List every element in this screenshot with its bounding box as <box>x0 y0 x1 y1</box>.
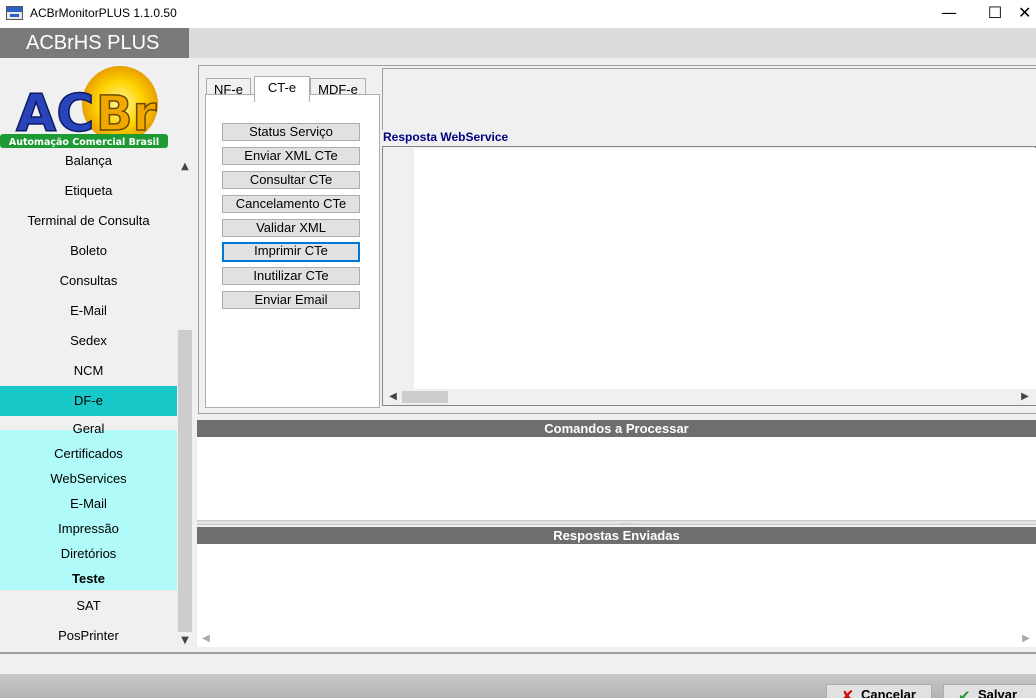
section-splitter[interactable]: ...... <box>197 520 1036 526</box>
main-panel: NF-e CT-e MDF-e Status Serviço Enviar XM… <box>193 58 1036 652</box>
inutilizar-cte-button[interactable]: Inutilizar CTe <box>222 267 360 285</box>
responses-header: Respostas Enviadas <box>197 527 1036 544</box>
sidebar-item-ncm[interactable]: NCM <box>0 361 177 381</box>
cancel-button[interactable]: ✘ Cancelar <box>826 684 932 698</box>
cancelamento-cte-button[interactable]: Cancelamento CTe <box>222 195 360 213</box>
webservice-top-panel <box>382 68 1036 130</box>
enviar-xml-cte-button[interactable]: Enviar XML CTe <box>222 147 360 165</box>
cross-icon: ✘ <box>841 687 854 698</box>
scroll-up-icon[interactable]: ▲ <box>179 160 191 174</box>
status-servico-button[interactable]: Status Serviço <box>222 123 360 141</box>
save-button-label: Salvar <box>978 687 1018 698</box>
sidebar-item-sedex[interactable]: Sedex <box>0 331 177 351</box>
webservice-response-box: ◀ ▶ <box>382 146 1036 406</box>
sidebar-subitem-email[interactable]: E-Mail <box>0 494 177 514</box>
tab-cte[interactable]: CT-e <box>254 76 310 102</box>
sidebar-subitem-impressao[interactable]: Impressão <box>0 519 177 539</box>
acbr-logo-graphic: AC Br Automação Comercial Brasil <box>0 66 168 148</box>
scroll-right-icon[interactable]: ▶ <box>1019 632 1033 646</box>
sidebar-item-email[interactable]: E-Mail <box>0 301 177 321</box>
validar-xml-button[interactable]: Validar XML <box>222 219 360 237</box>
sidebar-item-boleto[interactable]: Boleto <box>0 241 177 261</box>
splitter-grip-icon: ...... <box>620 520 637 526</box>
sidebar-item-posprinter[interactable]: PosPrinter <box>0 626 177 646</box>
commands-list[interactable] <box>197 437 1036 520</box>
title-bar: ACBrMonitorPLUS 1.1.0.50 — ☐ ✕ <box>0 0 1036 28</box>
brand-title: ACBrHS PLUS <box>0 28 189 58</box>
imprimir-cte-button[interactable]: Imprimir CTe <box>222 242 360 262</box>
sidebar-item-dfe[interactable]: DF-e <box>0 386 177 416</box>
commands-header: Comandos a Processar <box>197 420 1036 437</box>
sidebar-subitem-geral[interactable]: Geral <box>0 419 177 439</box>
save-button[interactable]: ✔ Salvar <box>943 684 1036 698</box>
scroll-down-icon[interactable]: ▼ <box>179 634 191 648</box>
webservice-hscrollbar[interactable]: ◀ ▶ <box>384 389 1036 405</box>
cte-tab-page: Status Serviço Enviar XML CTe Consultar … <box>205 94 380 408</box>
sidebar-scrollbar[interactable]: ▲ ▼ <box>177 156 193 650</box>
sidebar-subitem-webservices[interactable]: WebServices <box>0 469 177 489</box>
logo-tagline: Automação Comercial Brasil <box>9 137 159 148</box>
webservice-hscroll-thumb[interactable] <box>402 391 448 403</box>
sidebar-item-terminal-de-consulta[interactable]: Terminal de Consulta <box>0 211 177 231</box>
minimize-button[interactable]: — <box>926 0 972 28</box>
webservice-response-content[interactable] <box>414 148 1036 389</box>
scroll-left-icon[interactable]: ◀ <box>386 390 400 404</box>
webservice-response-label: Resposta WebService <box>383 130 509 144</box>
responses-hscrollbar[interactable]: ◀ ▶ <box>197 631 1036 647</box>
sidebar-menu: Balança Etiqueta Terminal de Consulta Bo… <box>0 156 177 650</box>
responses-list[interactable] <box>197 544 1036 631</box>
scroll-left-icon[interactable]: ◀ <box>199 632 213 646</box>
window-title: ACBrMonitorPLUS 1.1.0.50 <box>30 6 177 20</box>
sidebar-item-sat[interactable]: SAT <box>0 596 177 616</box>
checkmark-icon: ✔ <box>958 687 971 698</box>
sidebar-item-consultas[interactable]: Consultas <box>0 271 177 291</box>
app-icon <box>6 6 23 20</box>
scroll-right-icon[interactable]: ▶ <box>1018 390 1032 404</box>
sidebar-subitem-diretorios[interactable]: Diretórios <box>0 544 177 564</box>
bottom-separator <box>0 652 1036 654</box>
sidebar-scroll-thumb[interactable] <box>178 330 192 632</box>
logo-text-br: Br <box>96 86 157 142</box>
cancel-button-label: Cancelar <box>861 687 916 698</box>
close-button[interactable]: ✕ <box>1018 0 1036 28</box>
sidebar-subitem-certificados[interactable]: Certificados <box>0 444 177 464</box>
consultar-cte-button[interactable]: Consultar CTe <box>222 171 360 189</box>
sidebar-item-etiqueta[interactable]: Etiqueta <box>0 181 177 201</box>
sidebar-item-balanca[interactable]: Balança <box>0 156 177 169</box>
enviar-email-button[interactable]: Enviar Email <box>222 291 360 309</box>
maximize-button[interactable]: ☐ <box>972 0 1018 28</box>
acbr-logo: AC Br Automação Comercial Brasil <box>0 58 193 156</box>
sidebar-subitem-teste[interactable]: Teste <box>0 569 177 589</box>
